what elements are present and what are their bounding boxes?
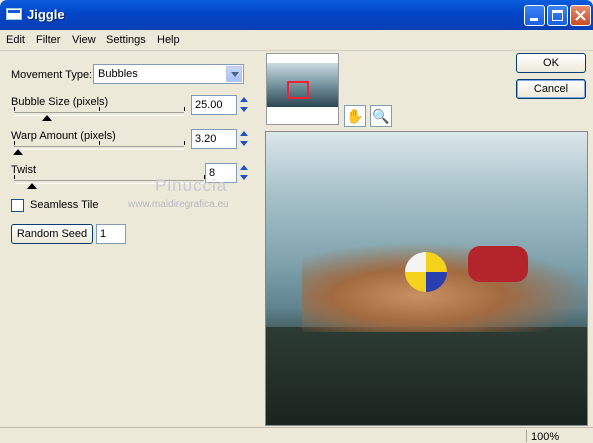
dropdown-arrow-icon[interactable]	[226, 66, 242, 82]
slider-tick	[14, 175, 15, 179]
warp-amount-value: 3.20	[195, 133, 217, 145]
random-seed-value: 1	[100, 228, 107, 240]
watermark-site: www.maidiregrafica.eu	[128, 199, 229, 210]
preview-sleeping-boy	[302, 242, 587, 332]
watermark-name: Pinuccia	[155, 176, 228, 195]
cancel-button[interactable]: Cancel	[516, 79, 586, 99]
menu-settings[interactable]: Settings	[106, 34, 146, 46]
preview-ball	[405, 252, 447, 292]
title-bar[interactable]: Jiggle	[0, 0, 593, 30]
ok-button[interactable]: OK	[516, 53, 586, 73]
status-zoom: 100%	[531, 431, 560, 443]
app-icon	[6, 8, 22, 20]
preview-rocks	[266, 327, 587, 425]
slider-tick	[184, 107, 185, 111]
bubble-size-spinner[interactable]	[238, 95, 250, 115]
status-bar: 100%	[0, 427, 593, 443]
warp-amount-slider-thumb[interactable]	[13, 149, 23, 155]
slider-tick	[14, 141, 15, 145]
close-button[interactable]	[570, 5, 591, 26]
bubble-size-value: 25.00	[195, 99, 223, 111]
warp-amount-label: Warp Amount (pixels)	[11, 130, 116, 142]
menu-edit[interactable]: Edit	[6, 34, 25, 46]
spin-up-icon[interactable]	[238, 163, 250, 173]
spin-up-icon[interactable]	[238, 95, 250, 105]
menu-bar: Edit Filter View Settings Help	[0, 30, 593, 51]
warp-amount-spinner[interactable]	[238, 129, 250, 149]
spin-down-icon[interactable]	[238, 139, 250, 149]
movement-type-value: Bubbles	[98, 68, 138, 80]
twist-spinner[interactable]	[238, 163, 250, 183]
view-rectangle[interactable]	[287, 81, 309, 99]
slider-tick	[14, 107, 15, 111]
maximize-button[interactable]	[547, 5, 568, 26]
preview-shorts	[468, 246, 528, 282]
bubble-size-slider-track[interactable]	[14, 112, 184, 116]
movement-type-label: Movement Type:	[11, 69, 93, 81]
warp-amount-input[interactable]: 3.20	[191, 129, 237, 149]
window-title: Jiggle	[27, 7, 65, 22]
zoom-tool-icon: 🔍	[372, 108, 390, 124]
bubble-size-input[interactable]: 25.00	[191, 95, 237, 115]
movement-type-select[interactable]: Bubbles	[93, 64, 244, 84]
minimize-icon	[530, 18, 538, 21]
navigator-thumbnail[interactable]	[266, 53, 339, 125]
random-seed-input[interactable]: 1	[96, 224, 126, 244]
bubble-size-label: Bubble Size (pixels)	[11, 96, 109, 108]
minimize-button[interactable]	[524, 5, 545, 26]
hand-tool-icon: ✋	[346, 108, 364, 124]
seamless-tile-label: Seamless Tile	[30, 199, 99, 211]
menu-filter[interactable]: Filter	[36, 34, 60, 46]
slider-tick	[99, 141, 100, 145]
twist-slider-thumb[interactable]	[27, 183, 37, 189]
seamless-tile-checkbox[interactable]	[11, 199, 24, 212]
slider-tick	[99, 107, 100, 111]
spin-up-icon[interactable]	[238, 129, 250, 139]
spin-down-icon[interactable]	[238, 173, 250, 183]
spin-down-icon[interactable]	[238, 105, 250, 115]
warp-amount-slider-track[interactable]	[14, 146, 184, 150]
status-pane-divider	[526, 430, 527, 442]
random-seed-button[interactable]: Random Seed	[11, 224, 93, 244]
zoom-tool-button[interactable]: 🔍	[370, 105, 392, 127]
slider-tick	[184, 141, 185, 145]
preview-image[interactable]	[265, 131, 588, 426]
menu-help[interactable]: Help	[157, 34, 180, 46]
maximize-icon	[552, 10, 563, 21]
jiggle-window: Jiggle Edit Filter View Settings Help Mo…	[0, 0, 593, 443]
close-icon	[575, 10, 586, 21]
bubble-size-slider-thumb[interactable]	[42, 115, 52, 121]
hand-tool-button[interactable]: ✋	[344, 105, 366, 127]
menu-view[interactable]: View	[72, 34, 96, 46]
